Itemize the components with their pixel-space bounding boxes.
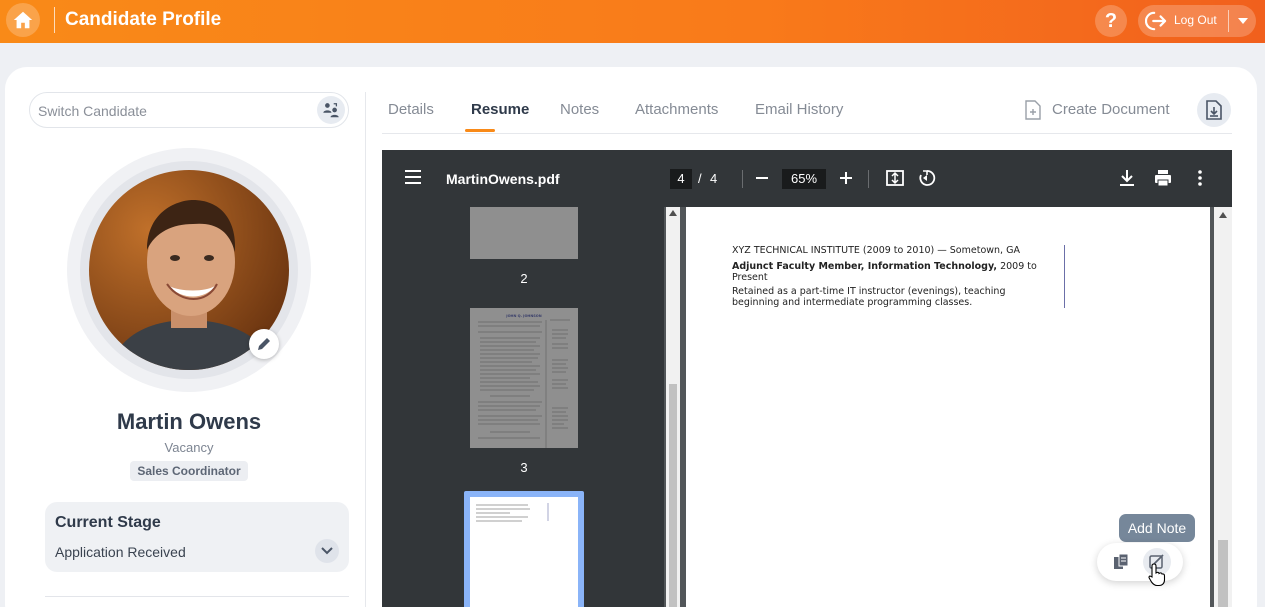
account-menu-toggle[interactable] bbox=[1231, 5, 1255, 37]
current-stage-value: Application Received bbox=[55, 544, 186, 560]
zoom-level-input[interactable]: 65% bbox=[782, 169, 826, 189]
resume-line: Present bbox=[732, 272, 768, 283]
home-button[interactable] bbox=[6, 3, 40, 37]
thumbnail-page-2[interactable] bbox=[470, 207, 578, 259]
thumbnail-scroll-thumb[interactable] bbox=[669, 384, 677, 607]
help-icon: ? bbox=[1104, 9, 1118, 32]
pdf-download-button[interactable] bbox=[1117, 168, 1139, 190]
document-download-icon bbox=[1206, 100, 1222, 120]
caret-down-icon bbox=[1238, 18, 1248, 24]
resume-line: Retained as a part-time IT instructor (e… bbox=[732, 286, 1006, 297]
pdf-viewer: MartinOwens.pdf 4 / 4 65% 2 JOHN Q. JOHN… bbox=[382, 150, 1232, 607]
page-title: Candidate Profile bbox=[65, 9, 222, 30]
add-note-tooltip: Add Note bbox=[1119, 514, 1195, 542]
tab-email-history[interactable]: Email History bbox=[755, 101, 843, 118]
pdf-more-button[interactable] bbox=[1190, 168, 1212, 190]
pdf-toolbar: MartinOwens.pdf 4 / 4 65% bbox=[382, 150, 1232, 207]
pdf-page-input[interactable]: 4 bbox=[670, 169, 692, 189]
logout-label: Log Out bbox=[1174, 13, 1217, 27]
edit-photo-button[interactable] bbox=[249, 329, 279, 359]
copy-notes-button[interactable] bbox=[1107, 548, 1135, 576]
top-bar: Candidate Profile ? Log Out bbox=[0, 0, 1265, 43]
tabs-divider bbox=[382, 133, 1232, 134]
create-document-label[interactable]: Create Document bbox=[1052, 101, 1170, 118]
scroll-up-icon[interactable] bbox=[1219, 212, 1227, 218]
vacancy-label: Vacancy bbox=[164, 440, 214, 455]
tab-attachments[interactable]: Attachments bbox=[635, 101, 718, 118]
panel-divider bbox=[365, 92, 366, 607]
logout-icon bbox=[1145, 11, 1167, 31]
chevron-down-icon bbox=[321, 547, 333, 555]
resume-line: beginning and intermediate programming c… bbox=[732, 297, 973, 308]
zoom-in-button[interactable] bbox=[838, 168, 856, 188]
print-icon bbox=[1155, 170, 1171, 187]
stage-dropdown-button[interactable] bbox=[315, 539, 339, 563]
create-document-button[interactable] bbox=[1024, 99, 1042, 121]
download-icon bbox=[1120, 170, 1134, 186]
more-vertical-icon bbox=[1198, 170, 1202, 186]
fit-to-page-icon bbox=[886, 170, 904, 186]
zoom-out-button[interactable] bbox=[754, 168, 772, 188]
sidebar-divider bbox=[45, 596, 349, 597]
thumbnail-heading: JOHN Q. JOHNSON bbox=[505, 314, 542, 318]
thumbnail-number: 2 bbox=[520, 271, 528, 286]
scroll-up-icon[interactable] bbox=[669, 210, 677, 216]
tab-details[interactable]: Details bbox=[388, 101, 434, 118]
document-scroll-thumb[interactable] bbox=[1218, 540, 1228, 607]
switch-candidate-field bbox=[29, 92, 349, 128]
tab-notes[interactable]: Notes bbox=[560, 101, 599, 118]
download-document-button[interactable] bbox=[1197, 93, 1231, 127]
toolbar-divider bbox=[868, 170, 869, 188]
help-button[interactable]: ? bbox=[1095, 5, 1127, 37]
vacancy-badge: Sales Coordinator bbox=[130, 461, 248, 481]
resume-column-rule bbox=[1064, 245, 1065, 308]
rotate-icon bbox=[919, 170, 936, 186]
thumbnail-page-4[interactable] bbox=[470, 497, 578, 607]
logout-divider bbox=[1228, 10, 1229, 32]
logout-group: Log Out bbox=[1138, 5, 1256, 37]
resume-job-dates: 2009 to bbox=[997, 261, 1037, 272]
pdf-total-pages: 4 bbox=[710, 171, 718, 186]
current-stage-title: Current Stage bbox=[55, 514, 161, 531]
active-tab-indicator bbox=[465, 129, 495, 132]
pencil-icon bbox=[258, 338, 270, 350]
switch-user-icon bbox=[323, 103, 339, 118]
menu-icon bbox=[405, 170, 421, 184]
current-stage-card bbox=[45, 502, 349, 572]
new-document-icon bbox=[1025, 100, 1041, 120]
header-divider bbox=[54, 7, 55, 33]
candidate-name: Martin Owens bbox=[116, 409, 262, 434]
pdf-filename: MartinOwens.pdf bbox=[446, 171, 560, 187]
home-icon bbox=[13, 11, 33, 29]
resume-line: XYZ TECHNICAL INSTITUTE (2009 to 2010) —… bbox=[732, 245, 1020, 256]
hand-cursor-icon bbox=[1148, 563, 1166, 587]
switch-candidate-input[interactable] bbox=[38, 100, 308, 122]
toolbar-divider bbox=[742, 170, 743, 188]
fit-page-button[interactable] bbox=[885, 168, 907, 190]
switch-candidate-button[interactable] bbox=[317, 96, 345, 124]
pdf-page-separator: / bbox=[698, 171, 702, 186]
thumbnail-page-3[interactable]: JOHN Q. JOHNSON bbox=[470, 308, 578, 448]
rotate-button[interactable] bbox=[917, 168, 939, 190]
logout-button[interactable]: Log Out bbox=[1138, 5, 1228, 37]
thumbnail-number: 3 bbox=[520, 460, 528, 475]
tab-resume[interactable]: Resume bbox=[471, 101, 529, 118]
resume-line: Adjunct Faculty Member, Information Tech… bbox=[732, 261, 1037, 272]
resume-job-title: Adjunct Faculty Member, Information Tech… bbox=[732, 261, 998, 272]
pdf-sidebar-toggle[interactable] bbox=[404, 169, 422, 190]
minus-icon bbox=[756, 177, 768, 179]
plus-icon bbox=[840, 172, 852, 184]
pdf-print-button[interactable] bbox=[1153, 168, 1175, 190]
copy-document-icon bbox=[1114, 553, 1129, 569]
